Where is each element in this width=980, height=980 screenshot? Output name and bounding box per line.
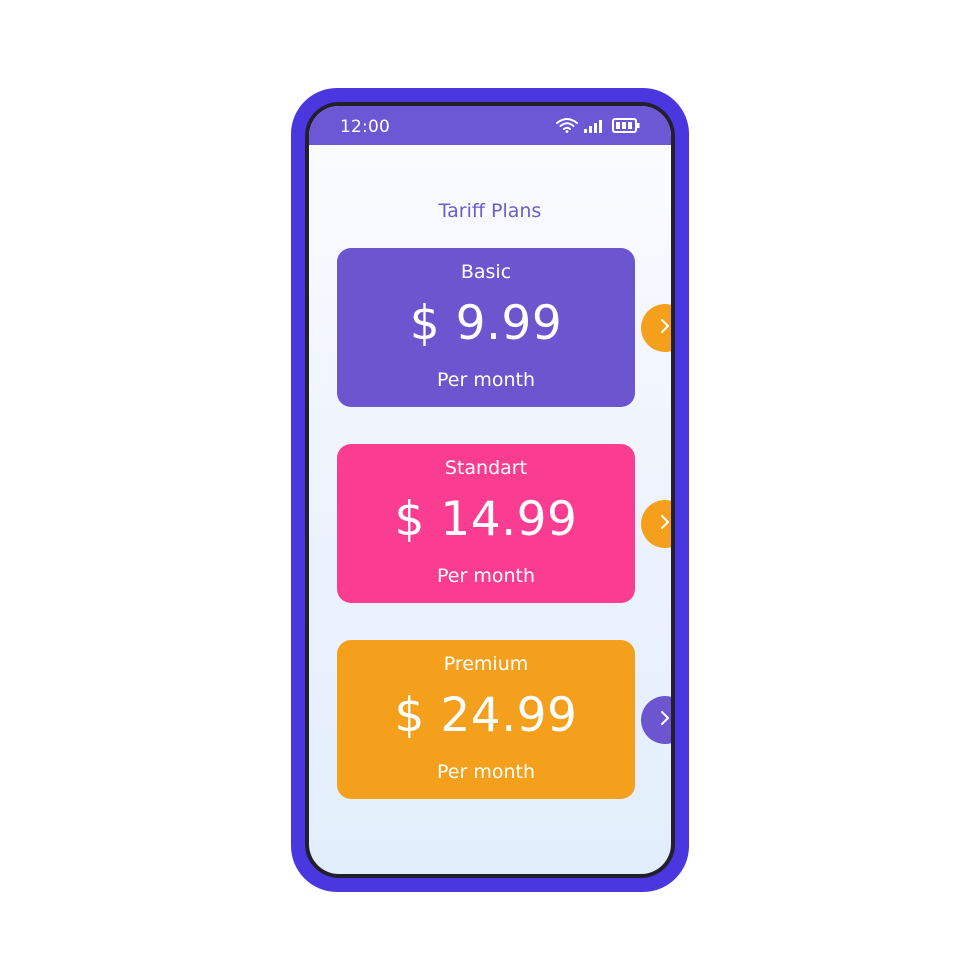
status-icons	[556, 117, 640, 137]
chevron-right-icon	[658, 514, 671, 534]
plan-card-premium[interactable]: Premium $ 24.99 Per month	[337, 640, 671, 799]
chevron-right-icon	[658, 710, 671, 730]
plan-name: Premium	[443, 653, 529, 675]
plan-card-basic[interactable]: Basic $ 9.99 Per month	[337, 248, 671, 407]
next-button-basic[interactable]	[641, 304, 671, 352]
plan-period: Per month	[437, 761, 535, 783]
plan-price: $ 9.99	[409, 296, 563, 351]
status-bar: 12:00	[309, 106, 671, 145]
plan-name: Basic	[460, 261, 512, 283]
next-button-premium[interactable]	[641, 696, 671, 744]
phone-bezel: 12:00 Tariff Plans Basic $ 9.99 Per mont…	[305, 102, 675, 878]
plan-name: Standart	[444, 457, 528, 479]
battery-icon	[612, 117, 640, 137]
plan-period: Per month	[437, 565, 535, 587]
phone-frame: 12:00 Tariff Plans Basic $ 9.99 Per mont…	[291, 88, 689, 892]
status-time: 12:00	[340, 117, 390, 137]
plan-card-standart[interactable]: Standart $ 14.99 Per month	[337, 444, 671, 603]
plan-price: $ 24.99	[394, 688, 578, 743]
plan-price: $ 14.99	[394, 492, 578, 547]
app-screen: 12:00 Tariff Plans Basic $ 9.99 Per mont…	[309, 106, 671, 874]
signal-icon	[584, 118, 606, 137]
wifi-icon	[556, 117, 578, 137]
next-button-standart[interactable]	[641, 500, 671, 548]
plan-period: Per month	[437, 369, 535, 391]
chevron-right-icon	[658, 318, 671, 338]
page-title: Tariff Plans	[438, 200, 542, 222]
